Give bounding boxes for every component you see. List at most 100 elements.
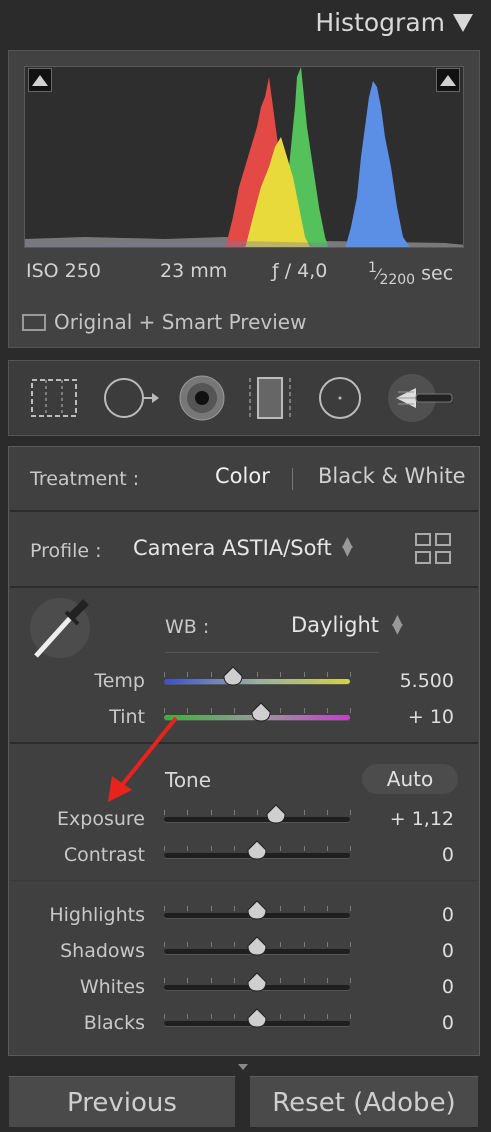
treatment-color-option[interactable]: Color <box>215 464 270 488</box>
slider-tick <box>350 708 351 713</box>
slider-tick <box>304 942 305 947</box>
wb-dropdown[interactable]: Daylight <box>291 613 379 637</box>
panel-end-marker-icon <box>238 1064 248 1070</box>
slider-tick <box>350 672 351 677</box>
annotation-arrow <box>96 712 186 812</box>
slider-tick <box>234 978 235 983</box>
slider-tick <box>280 1014 281 1019</box>
wb-label: WB : <box>165 616 210 638</box>
exposure-value[interactable]: + 1,12 <box>364 808 454 830</box>
slider-thumb[interactable] <box>246 1008 268 1028</box>
divider <box>10 742 478 744</box>
slider-tick <box>187 1014 188 1019</box>
contrast-value[interactable]: 0 <box>364 844 454 866</box>
slider-tick <box>211 708 212 713</box>
wb-eyedropper-icon[interactable] <box>26 596 96 670</box>
slider-tick <box>350 810 351 815</box>
slider-label-whites: Whites <box>79 976 145 998</box>
highlights-slider[interactable] <box>164 900 351 920</box>
slider-tick <box>327 672 328 677</box>
whites-value[interactable]: 0 <box>364 976 454 998</box>
crop-overlay-icon[interactable] <box>28 372 80 424</box>
spot-removal-icon[interactable] <box>102 372 159 424</box>
slider-thumb[interactable] <box>246 936 268 956</box>
shadows-value[interactable]: 0 <box>364 940 454 962</box>
shutter-value: 1⁄2200 sec <box>368 260 454 289</box>
slider-tick <box>211 810 212 815</box>
temp-value[interactable]: 5.500 <box>364 670 454 692</box>
aperture-value: ƒ / 4,0 <box>272 260 328 282</box>
histogram-graph[interactable] <box>24 66 464 248</box>
shadows-slider[interactable] <box>164 936 351 956</box>
slider-tick <box>327 1014 328 1019</box>
slider-tick <box>187 810 188 815</box>
slider-thumb[interactable] <box>265 804 287 824</box>
slider-tick <box>257 672 258 677</box>
slider-tick <box>350 846 351 851</box>
slider-tick <box>304 906 305 911</box>
whites-slider[interactable] <box>164 972 351 992</box>
previous-button[interactable]: Previous <box>8 1076 236 1128</box>
treatment-separator <box>292 468 293 490</box>
slider-thumb[interactable] <box>246 972 268 992</box>
slider-tick <box>304 672 305 677</box>
profile-label: Profile : <box>30 540 102 562</box>
slider-tick <box>234 810 235 815</box>
exposure-slider[interactable] <box>164 804 351 824</box>
slider-tick <box>304 846 305 851</box>
collapse-triangle-icon[interactable] <box>453 14 473 32</box>
histogram-title[interactable]: Histogram <box>315 8 445 37</box>
temp-slider[interactable] <box>164 666 351 686</box>
slider-tick <box>187 942 188 947</box>
slider-tick <box>211 1014 212 1019</box>
slider-tick <box>304 1014 305 1019</box>
blacks-value[interactable]: 0 <box>364 1012 454 1034</box>
slider-label-shadows: Shadows <box>60 940 145 962</box>
radial-filter-icon[interactable] <box>314 372 366 424</box>
slider-tick <box>234 708 235 713</box>
slider-thumb[interactable] <box>246 840 268 860</box>
shutter-unit: sec <box>421 262 454 285</box>
slider-thumb[interactable] <box>246 900 268 920</box>
slider-tick <box>280 846 281 851</box>
iso-value: ISO 250 <box>26 260 101 282</box>
divider <box>10 880 478 881</box>
slider-tick <box>327 708 328 713</box>
tint-slider[interactable] <box>164 702 351 722</box>
treatment-bw-option[interactable]: Black & White <box>318 464 466 488</box>
focal-length-value: 23 mm <box>160 260 228 282</box>
slider-tick <box>304 708 305 713</box>
reset-adobe-button[interactable]: Reset (Adobe) <box>249 1076 479 1128</box>
slider-thumb[interactable] <box>250 702 272 722</box>
divider <box>10 510 478 512</box>
blacks-slider[interactable] <box>164 1008 351 1028</box>
graduated-filter-icon[interactable] <box>244 372 296 424</box>
slider-tick <box>164 846 165 851</box>
slider-label-blacks: Blacks <box>83 1012 145 1034</box>
slider-tick <box>304 810 305 815</box>
slider-thumb[interactable] <box>222 666 244 686</box>
red-eye-correction-icon[interactable] <box>176 372 228 424</box>
slider-tick <box>327 978 328 983</box>
preview-label: Original + Smart Preview <box>54 310 307 334</box>
auto-tone-button[interactable]: Auto <box>362 764 458 794</box>
slider-tick <box>257 810 258 815</box>
slider-tick <box>187 978 188 983</box>
slider-tick <box>280 942 281 947</box>
profile-dropdown[interactable]: Camera ASTIA/Soft <box>133 536 332 560</box>
highlights-value[interactable]: 0 <box>364 904 454 926</box>
slider-tick <box>327 906 328 911</box>
shutter-denominator: 2200 <box>379 272 416 289</box>
wb-stepper-icon[interactable]: ▲ ▼ <box>392 613 403 636</box>
slider-tick <box>164 672 165 677</box>
tint-value[interactable]: + 10 <box>364 706 454 728</box>
contrast-slider[interactable] <box>164 840 351 860</box>
shadow-clipping-button[interactable] <box>28 68 52 92</box>
slider-tick <box>350 906 351 911</box>
slider-tick <box>211 942 212 947</box>
adjustment-brush-icon[interactable] <box>386 372 462 424</box>
highlight-clipping-button[interactable] <box>436 68 460 92</box>
slider-tick <box>211 978 212 983</box>
profile-browser-grid-icon[interactable] <box>414 532 454 570</box>
profile-stepper-icon[interactable]: ▲ ▼ <box>342 535 353 558</box>
